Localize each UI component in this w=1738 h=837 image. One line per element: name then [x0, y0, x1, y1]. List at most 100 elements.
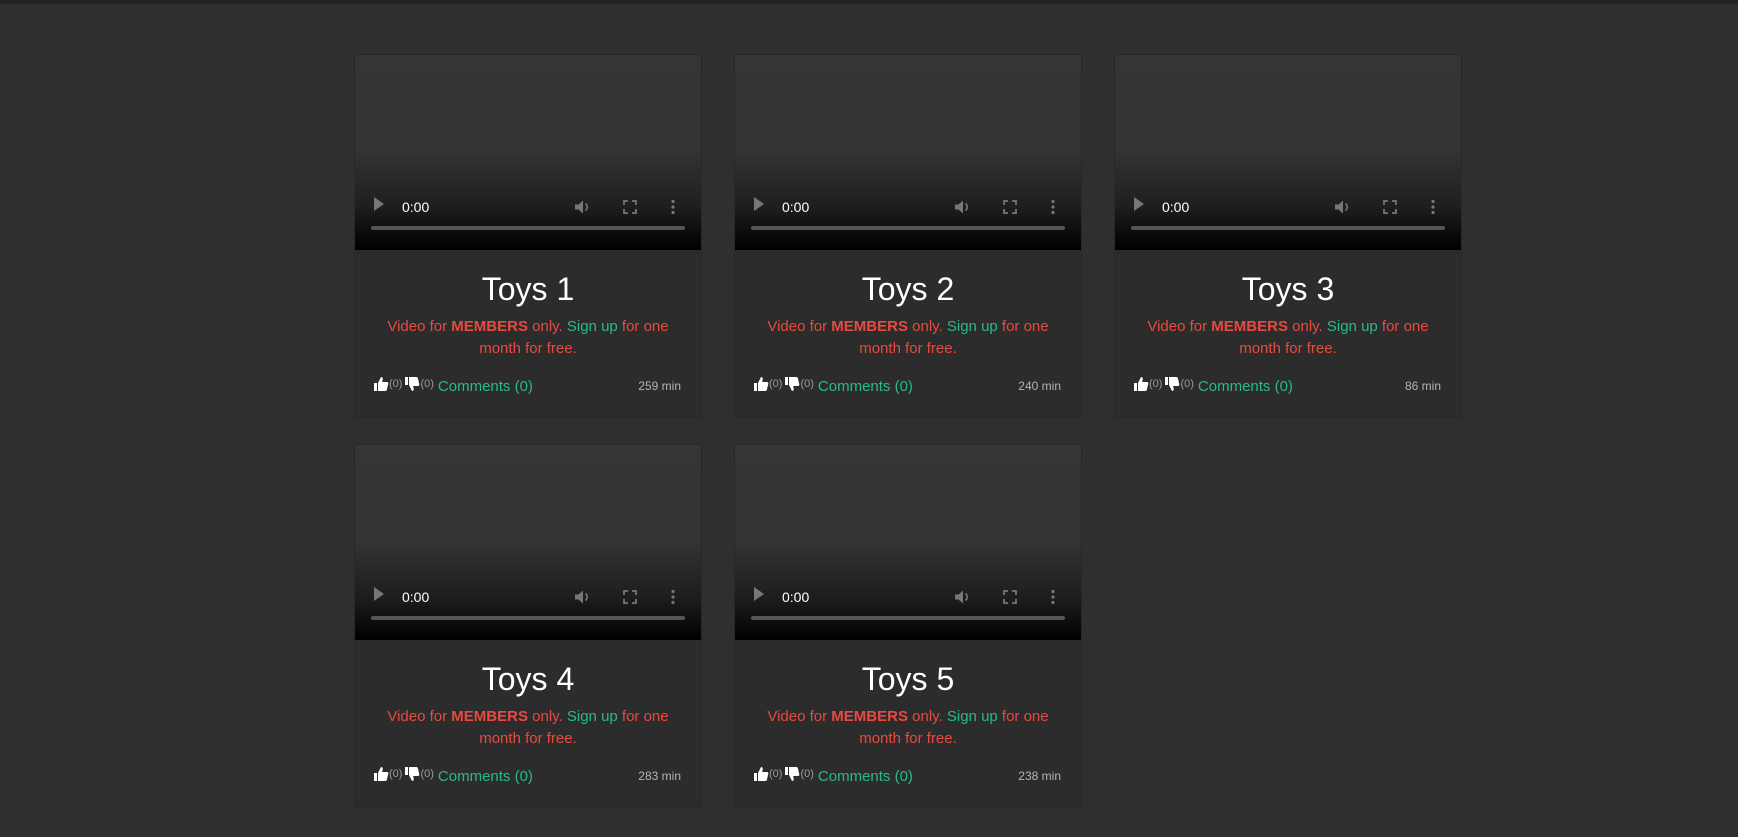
comments-link[interactable]: Comments (0) — [818, 768, 913, 785]
fullscreen-icon[interactable] — [1382, 195, 1398, 219]
like-button[interactable]: (0) — [373, 376, 402, 392]
video-player[interactable]: 0:00 — [355, 445, 701, 640]
comments-link[interactable]: Comments (0) — [1198, 378, 1293, 395]
thumbs-up-icon — [374, 767, 389, 781]
more-options-icon[interactable] — [1050, 585, 1056, 609]
fullscreen-icon[interactable] — [622, 585, 638, 609]
members-emphasis: MEMBERS — [831, 318, 908, 335]
more-options-icon[interactable] — [670, 585, 676, 609]
current-time: 0:00 — [782, 589, 810, 605]
video-title[interactable]: Toys 5 — [735, 662, 1081, 696]
video-title[interactable]: Toys 4 — [355, 662, 701, 696]
like-count: (0) — [389, 378, 403, 390]
thumbs-down-icon — [785, 377, 800, 391]
video-footer: (0) (0) Comments (0) 259 min — [373, 373, 681, 395]
current-time: 0:00 — [1162, 199, 1190, 215]
like-button[interactable]: (0) — [753, 376, 782, 392]
dislike-count: (0) — [420, 768, 434, 780]
thumbs-down-icon — [405, 377, 420, 391]
video-card: 0:00 Toys 5 Video for MEMBERS only. Sign… — [734, 444, 1082, 808]
progress-bar[interactable] — [371, 226, 685, 230]
like-button[interactable]: (0) — [1133, 376, 1162, 392]
members-notice: Video for MEMBERS only. Sign up for one … — [387, 708, 669, 747]
dislike-count: (0) — [800, 768, 814, 780]
dislike-button[interactable]: (0) — [404, 766, 434, 782]
volume-icon[interactable] — [573, 195, 591, 219]
progress-bar[interactable] — [751, 226, 1065, 230]
like-count: (0) — [1149, 378, 1163, 390]
comments-link[interactable]: Comments (0) — [438, 768, 533, 785]
progress-bar[interactable] — [1131, 226, 1445, 230]
dislike-button[interactable]: (0) — [784, 766, 814, 782]
top-bar — [0, 0, 1738, 4]
play-icon[interactable] — [754, 197, 764, 211]
volume-icon[interactable] — [1333, 195, 1351, 219]
dislike-button[interactable]: (0) — [784, 376, 814, 392]
dislike-count: (0) — [800, 378, 814, 390]
fullscreen-icon[interactable] — [622, 195, 638, 219]
dislike-button[interactable]: (0) — [1164, 376, 1194, 392]
volume-icon[interactable] — [953, 195, 971, 219]
current-time: 0:00 — [402, 589, 430, 605]
signup-link[interactable]: Sign up — [1327, 318, 1378, 335]
video-duration: 259 min — [638, 378, 681, 393]
video-footer: (0) (0) Comments (0) 86 min — [1133, 373, 1441, 395]
video-card: 0:00 Toys 2 Video for MEMBERS only. Sign… — [734, 54, 1082, 418]
more-options-icon[interactable] — [670, 195, 676, 219]
video-duration: 240 min — [1018, 378, 1061, 393]
dislike-count: (0) — [420, 378, 434, 390]
video-player[interactable]: 0:00 — [735, 445, 1081, 640]
video-duration: 238 min — [1018, 768, 1061, 783]
signup-link[interactable]: Sign up — [947, 708, 998, 725]
members-emphasis: MEMBERS — [451, 708, 528, 725]
like-count: (0) — [389, 768, 403, 780]
video-card: 0:00 Toys 3 Video for MEMBERS only. Sign… — [1114, 54, 1462, 418]
thumbs-up-icon — [1134, 377, 1149, 391]
thumbs-up-icon — [374, 377, 389, 391]
volume-icon[interactable] — [953, 585, 971, 609]
like-count: (0) — [769, 768, 783, 780]
members-notice: Video for MEMBERS only. Sign up for one … — [387, 318, 669, 357]
video-card: 0:00 Toys 4 Video for MEMBERS only. Sign… — [354, 444, 702, 808]
video-title[interactable]: Toys 3 — [1115, 272, 1461, 306]
progress-bar[interactable] — [751, 616, 1065, 620]
video-duration: 86 min — [1404, 378, 1441, 393]
signup-link[interactable]: Sign up — [947, 318, 998, 335]
current-time: 0:00 — [402, 199, 430, 215]
video-footer: (0) (0) Comments (0) 240 min — [753, 373, 1061, 395]
signup-link[interactable]: Sign up — [567, 318, 618, 335]
members-notice: Video for MEMBERS only. Sign up for one … — [1147, 318, 1429, 357]
dislike-count: (0) — [1180, 378, 1194, 390]
comments-link[interactable]: Comments (0) — [818, 378, 913, 395]
like-button[interactable]: (0) — [753, 766, 782, 782]
play-icon[interactable] — [1134, 197, 1144, 211]
video-footer: (0) (0) Comments (0) 238 min — [753, 763, 1061, 785]
dislike-button[interactable]: (0) — [404, 376, 434, 392]
progress-bar[interactable] — [371, 616, 685, 620]
video-title[interactable]: Toys 2 — [735, 272, 1081, 306]
video-duration: 283 min — [638, 768, 681, 783]
video-player[interactable]: 0:00 — [355, 55, 701, 250]
members-notice: Video for MEMBERS only. Sign up for one … — [767, 708, 1049, 747]
members-notice: Video for MEMBERS only. Sign up for one … — [767, 318, 1049, 357]
video-player[interactable]: 0:00 — [735, 55, 1081, 250]
current-time: 0:00 — [782, 199, 810, 215]
fullscreen-icon[interactable] — [1002, 195, 1018, 219]
more-options-icon[interactable] — [1430, 195, 1436, 219]
video-card: 0:00 Toys 1 Video for MEMBERS only. Sign… — [354, 54, 702, 418]
signup-link[interactable]: Sign up — [567, 708, 618, 725]
thumbs-down-icon — [405, 767, 420, 781]
video-title[interactable]: Toys 1 — [355, 272, 701, 306]
like-count: (0) — [769, 378, 783, 390]
comments-link[interactable]: Comments (0) — [438, 378, 533, 395]
like-button[interactable]: (0) — [373, 766, 402, 782]
fullscreen-icon[interactable] — [1002, 585, 1018, 609]
play-icon[interactable] — [754, 587, 764, 601]
video-player[interactable]: 0:00 — [1115, 55, 1461, 250]
volume-icon[interactable] — [573, 585, 591, 609]
play-icon[interactable] — [374, 197, 384, 211]
video-footer: (0) (0) Comments (0) 283 min — [373, 763, 681, 785]
members-emphasis: MEMBERS — [451, 318, 528, 335]
play-icon[interactable] — [374, 587, 384, 601]
more-options-icon[interactable] — [1050, 195, 1056, 219]
